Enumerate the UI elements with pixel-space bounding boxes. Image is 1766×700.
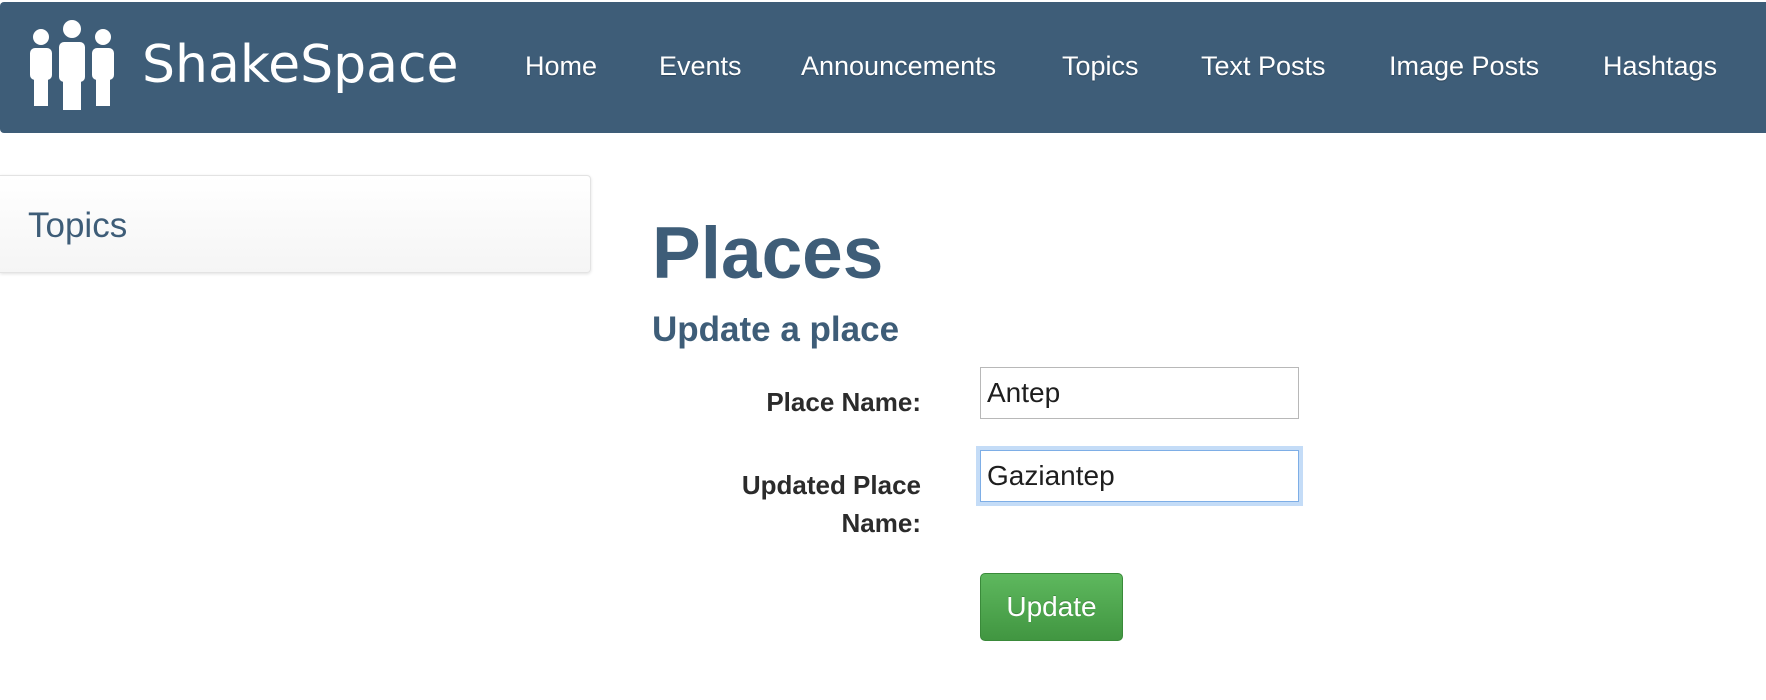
section-title: Update a place [652, 310, 900, 349]
nav-image-posts[interactable]: Image Posts [1389, 49, 1539, 83]
place-name-input[interactable] [980, 367, 1299, 419]
nav-announcements[interactable]: Announcements [801, 49, 996, 83]
update-button[interactable]: Update [980, 573, 1123, 641]
nav-text-posts[interactable]: Text Posts [1201, 49, 1326, 83]
updated-place-name-input[interactable] [980, 450, 1299, 502]
updated-place-name-label: Updated Place Name: [741, 470, 921, 538]
top-navbar: ShakeSpace Home Events Announcements Top… [0, 2, 1766, 133]
place-name-label: Place Name: [766, 387, 921, 417]
nav-home[interactable]: Home [525, 49, 597, 83]
nav-topics[interactable]: Topics [1062, 49, 1139, 83]
main-nav: Home Events Announcements Topics Text Po… [0, 2, 1766, 133]
nav-hashtags[interactable]: Hashtags [1603, 49, 1717, 83]
sidebar-topics-link[interactable]: Topics [28, 206, 127, 246]
nav-events[interactable]: Events [659, 49, 742, 83]
page-title: Places [652, 213, 884, 294]
sidebar-panel: Topics [0, 175, 591, 273]
